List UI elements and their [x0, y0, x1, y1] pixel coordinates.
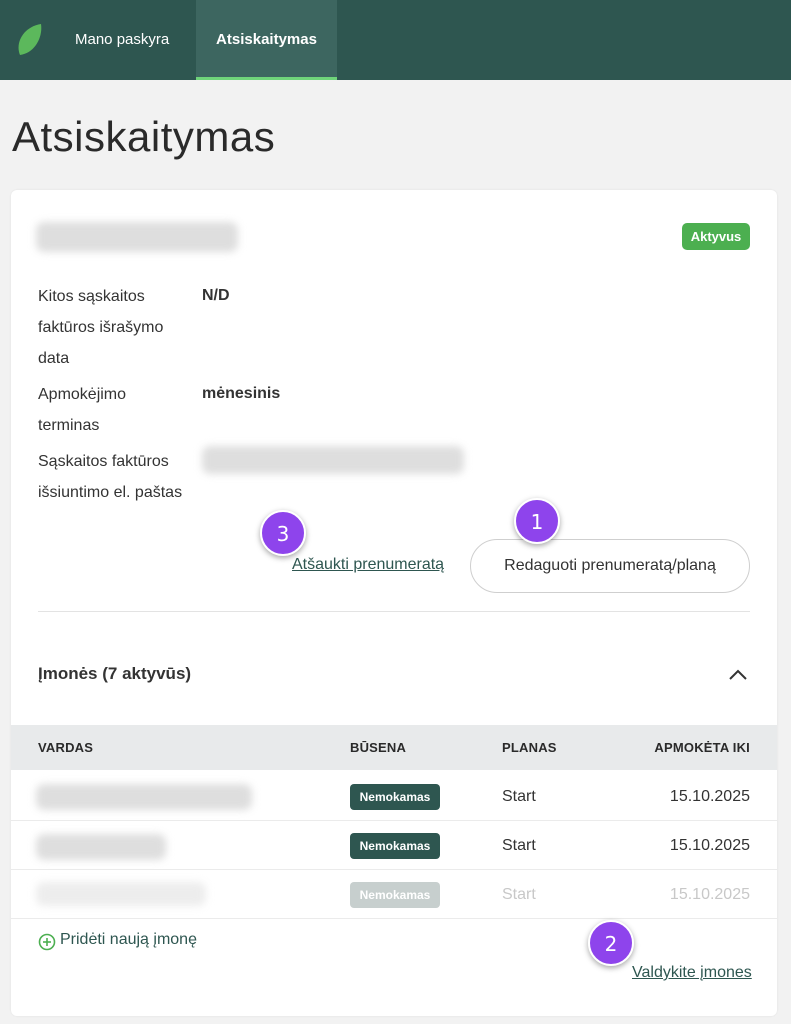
next-invoice-date-label: Kitos sąskaitos faktūros išrašymo data — [38, 288, 164, 367]
status-pill: Nemokamas — [350, 784, 440, 810]
table-row-plan: Start — [502, 886, 536, 903]
status-pill: Nemokamas — [350, 882, 440, 908]
annotation-marker-3: 3 — [260, 510, 306, 556]
chevron-up-icon[interactable] — [727, 664, 749, 686]
next-invoice-date-value: N/D — [202, 287, 230, 304]
companies-section-title: Įmonės (7 aktyvūs) — [38, 664, 192, 683]
row-divider — [11, 918, 777, 919]
section-divider — [38, 611, 750, 612]
invoice-email-label: Sąskaitos faktūros išsiuntimo el. paštas — [38, 453, 183, 501]
payment-term-value: mėnesinis — [202, 385, 281, 402]
column-header-plan: PLANAS — [502, 740, 557, 755]
table-row-paid-until: 15.10.2025 — [669, 837, 750, 854]
table-row-plan: Start — [502, 837, 536, 854]
table-row-paid-until: 15.10.2025 — [669, 788, 750, 805]
payment-term-label: Apmokėjimo terminas — [38, 386, 127, 434]
annotation-marker-1: 1 — [514, 498, 560, 544]
cancel-subscription-link[interactable]: Atšaukti prenumeratą — [292, 556, 444, 574]
nav-item-billing[interactable]: Atsiskaitymas — [196, 0, 337, 80]
table-row-name-redacted — [36, 882, 206, 906]
column-header-status: BŪSENA — [350, 740, 407, 755]
table-row-name-redacted — [36, 784, 252, 810]
page-title: Atsiskaitymas — [12, 113, 276, 160]
edit-subscription-button[interactable]: Redaguoti prenumeratą/planą — [470, 539, 750, 593]
nav-item-my-account[interactable]: Mano paskyra — [75, 0, 169, 80]
add-company-link[interactable]: Pridėti naują įmonę — [38, 931, 197, 949]
redacted-invoice-email — [202, 446, 464, 474]
leaf-logo-icon[interactable] — [17, 23, 43, 57]
row-divider — [11, 820, 777, 821]
table-row-name-redacted — [36, 834, 166, 860]
annotation-marker-2: 2 — [588, 920, 634, 966]
status-pill: Nemokamas — [350, 833, 440, 859]
row-divider — [11, 869, 777, 870]
column-header-name: VARDAS — [38, 740, 94, 755]
table-row-plan: Start — [502, 788, 536, 805]
redacted-subscription-name — [36, 222, 238, 252]
manage-companies-link[interactable]: Valdykite įmones — [632, 964, 752, 982]
table-row-paid-until: 15.10.2025 — [669, 886, 750, 903]
column-header-paid-until: APMOKĖTA IKI — [654, 740, 750, 755]
top-navbar: Mano paskyra Atsiskaitymas — [0, 0, 791, 80]
status-badge: Aktyvus — [682, 223, 750, 250]
